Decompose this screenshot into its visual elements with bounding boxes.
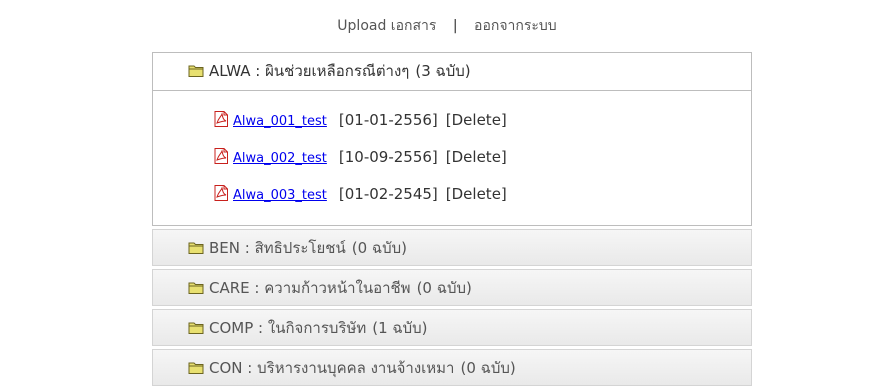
folder-icon: [188, 232, 205, 269]
delete-file-link[interactable]: [Delete]: [446, 111, 507, 129]
pdf-file-icon: [213, 141, 229, 178]
file-date: [10-09-2556]: [338, 148, 438, 166]
folder-icon: [188, 352, 205, 389]
file-date: [01-01-2556]: [338, 111, 438, 129]
delete-file-link[interactable]: [Delete]: [446, 185, 507, 203]
folder-code: BEN: [209, 239, 240, 257]
upload-document-link[interactable]: Upload เอกสาร: [337, 18, 436, 34]
folder-header-ben[interactable]: BEN : สิทธิประโยชน์ (0 ฉบับ): [152, 229, 752, 266]
file-list: Alwa_001_test [01-01-2556] [Delete] Alwa_0…: [153, 91, 751, 225]
document-count: (0 ฉบับ): [460, 359, 516, 377]
file-name-link[interactable]: Alwa_002_test: [233, 151, 327, 166]
document-folder-accordion: ALWA : ผินช่วยเหลือกรณีต่างๆ (3 ฉบับ) Alw…: [152, 52, 752, 386]
folder-header-comp[interactable]: COMP : ในกิจการบริษัท (1 ฉบับ): [152, 309, 752, 346]
file-row: Alwa_003_test [01-02-2545] [Delete]: [213, 176, 751, 213]
document-count: (0 ฉบับ): [351, 239, 407, 257]
folder-name: ความก้าวหน้าในอาชีพ: [264, 279, 411, 297]
document-count: (1 ฉบับ): [372, 319, 428, 337]
folder-header-care[interactable]: CARE : ความก้าวหน้าในอาชีพ (0 ฉบับ): [152, 269, 752, 306]
nav-separator: |: [452, 18, 458, 34]
folder-code: COMP: [209, 319, 254, 337]
top-navigation: Upload เอกสาร | ออกจากระบบ: [0, 15, 894, 37]
delete-file-link[interactable]: [Delete]: [446, 148, 507, 166]
folder-icon: [188, 272, 205, 309]
pdf-file-icon: [213, 104, 229, 141]
file-name-link[interactable]: Alwa_001_test: [233, 114, 327, 129]
folder-name: บริหารงานบุคคล งานจ้างเหมา: [257, 359, 455, 377]
folder-name: ในกิจการบริษัท: [267, 319, 367, 337]
file-row: Alwa_001_test [01-01-2556] [Delete]: [213, 102, 751, 139]
folder-name: สิทธิประโยชน์: [254, 239, 346, 257]
file-date: [01-02-2545]: [338, 185, 438, 203]
document-count: (0 ฉบับ): [416, 279, 472, 297]
logout-link[interactable]: ออกจากระบบ: [474, 18, 557, 34]
pdf-file-icon: [213, 178, 229, 215]
file-name-link[interactable]: Alwa_003_test: [233, 188, 327, 203]
folder-code: CON: [209, 359, 243, 377]
folder-code: ALWA: [209, 62, 251, 80]
folder-header-alwa[interactable]: ALWA : ผินช่วยเหลือกรณีต่างๆ (3 ฉบับ): [153, 53, 751, 91]
file-row: Alwa_002_test [10-09-2556] [Delete]: [213, 139, 751, 176]
folder-name: ผินช่วยเหลือกรณีต่างๆ: [265, 62, 410, 80]
folder-panel-alwa: ALWA : ผินช่วยเหลือกรณีต่างๆ (3 ฉบับ) Alw…: [152, 52, 752, 226]
folder-icon: [188, 55, 205, 92]
folder-icon: [188, 312, 205, 349]
document-count: (3 ฉบับ): [415, 62, 471, 80]
folder-code: CARE: [209, 279, 250, 297]
folder-header-con[interactable]: CON : บริหารงานบุคคล งานจ้างเหมา (0 ฉบับ): [152, 349, 752, 386]
